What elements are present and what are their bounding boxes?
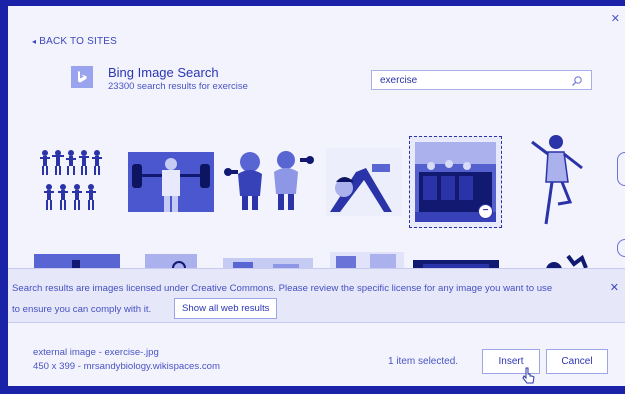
- license-notice-bar: Search results are images licensed under…: [8, 268, 625, 323]
- online-pictures-dialog: ✕ ◂ BACK TO SITES Bing Image Search 23300…: [8, 6, 625, 386]
- result-count: 23300 search results for exercise: [108, 81, 248, 92]
- zoom-icon[interactable]: −: [478, 204, 493, 219]
- search-input[interactable]: [372, 74, 552, 86]
- close-notice-icon[interactable]: ✕: [610, 281, 619, 294]
- selected-file-name: external image - exercise-.jpg: [33, 347, 159, 358]
- license-notice-line1: Search results are images licensed under…: [12, 283, 553, 294]
- back-to-sites-label: BACK TO SITES: [39, 36, 118, 47]
- selection-status: 1 item selected.: [388, 356, 459, 367]
- mouse-pointer-icon: [522, 367, 536, 386]
- bullet-icon: ◂: [32, 37, 37, 46]
- result-image-6[interactable]: [526, 132, 588, 228]
- show-all-web-results-button[interactable]: Show all web results: [174, 298, 278, 319]
- result-image-4[interactable]: [326, 148, 402, 216]
- result-image-5-selected[interactable]: −: [409, 136, 502, 228]
- selected-file-info: 450 x 399 - mrsandybiology.wikispaces.co…: [33, 361, 220, 372]
- back-to-sites-link[interactable]: ◂ BACK TO SITES: [32, 36, 117, 47]
- bing-logo-icon: [71, 66, 93, 88]
- scroll-right-lower-icon[interactable]: [617, 239, 625, 257]
- search-box[interactable]: [371, 70, 592, 90]
- scroll-right-icon[interactable]: [617, 152, 625, 186]
- provider-info: Bing Image Search 23300 search results f…: [108, 65, 248, 92]
- provider-name: Bing Image Search: [108, 65, 219, 80]
- license-notice-line2: to ensure you can comply with it.: [12, 304, 152, 315]
- close-dialog-icon[interactable]: ✕: [611, 12, 620, 25]
- result-image-2[interactable]: [128, 152, 214, 212]
- cancel-button[interactable]: Cancel: [546, 349, 608, 374]
- result-image-3[interactable]: [224, 146, 314, 214]
- search-icon[interactable]: [571, 74, 583, 92]
- image-results-grid: −: [8, 124, 625, 274]
- dialog-footer: external image - exercise-.jpg 450 x 399…: [8, 324, 625, 386]
- result-image-1[interactable]: [36, 146, 116, 218]
